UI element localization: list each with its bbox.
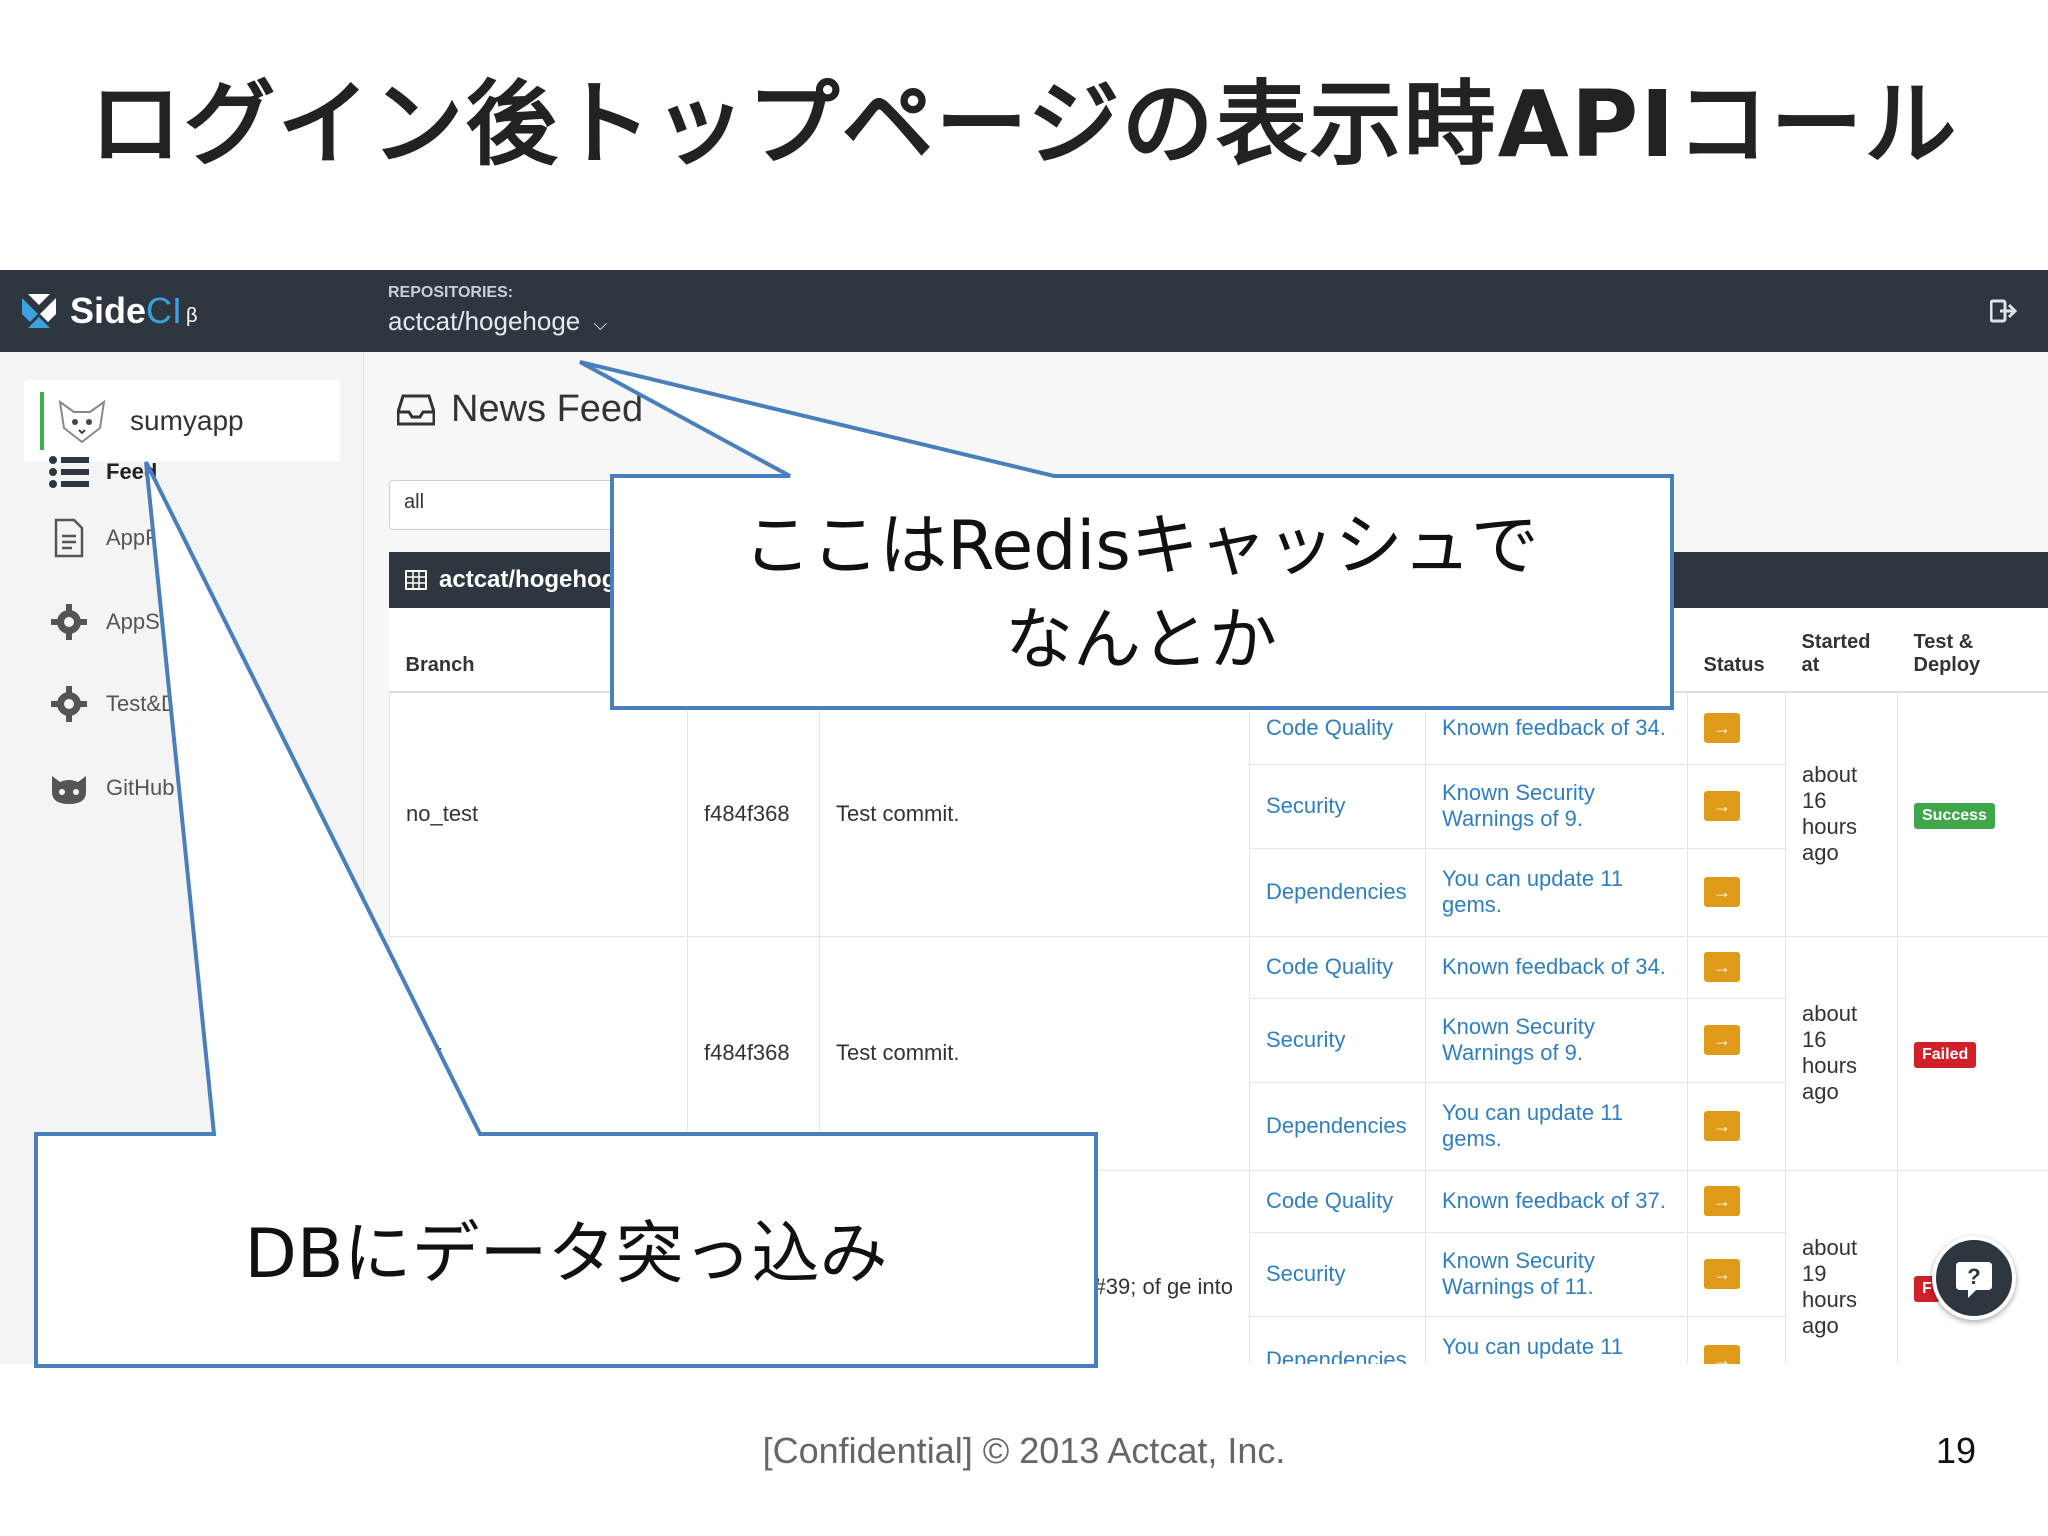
- callout-bottom-text: DBにデータ突っ込み: [244, 1215, 888, 1294]
- callout-overlays: [34, 360, 1674, 1368]
- callout-top-line1: ここはRedisキャッシュで: [743, 507, 1539, 586]
- page-number: 19: [1935, 1430, 1976, 1471]
- callout-top-line2: なんとか: [1004, 601, 1277, 680]
- callout-redis-cache: ここはRedisキャッシュで なんとか: [614, 500, 1668, 688]
- slide-footer: [Confidential] © 2013 Actcat, Inc.: [762, 1430, 1286, 1471]
- callout-db-insert: DBにデータ突っ込み: [38, 1210, 1094, 1300]
